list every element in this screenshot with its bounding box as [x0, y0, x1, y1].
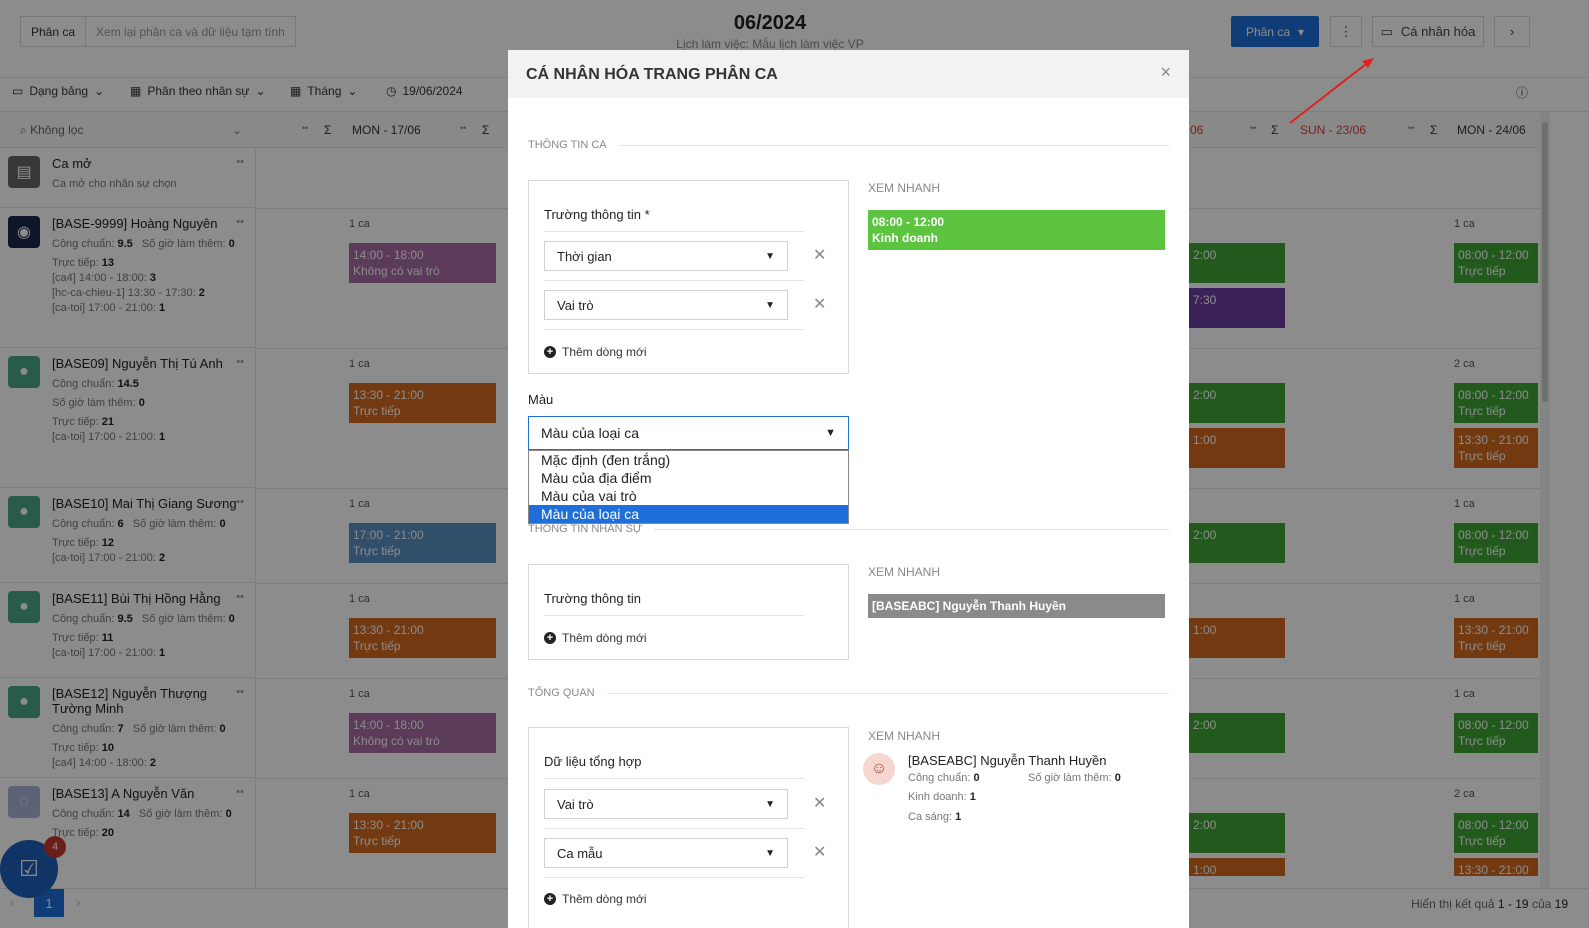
- remove-icon[interactable]: ✕: [813, 842, 826, 862]
- quick-view-label: XEM NHANH: [868, 181, 941, 195]
- annotation-arrow: [1289, 58, 1374, 124]
- color-label: Màu: [528, 392, 554, 407]
- overview-field-box: Dữ liệu tổng hợp Vai trò ▼ ✕ Ca mẫu ▼ ✕ + T…: [528, 727, 849, 928]
- chevron-down-icon: ▼: [825, 427, 836, 439]
- chevron-down-icon: ▼: [765, 299, 775, 311]
- quick-view-staff: [BASEABC] Nguyễn Thanh Huyền: [868, 594, 1165, 618]
- color-option-selected[interactable]: Màu của loại ca: [529, 505, 848, 523]
- plus-circle-icon: +: [544, 632, 556, 644]
- card-stat: Kinh doanh: 1: [908, 791, 976, 803]
- plus-circle-icon: +: [544, 893, 556, 905]
- card-stat: Ca sáng: 1: [908, 811, 962, 823]
- chevron-down-icon: ▼: [765, 847, 775, 859]
- remove-icon[interactable]: ✕: [813, 793, 826, 813]
- chevron-down-icon: ▼: [765, 250, 775, 262]
- divider: [544, 231, 804, 232]
- divider: [544, 828, 804, 829]
- divider: [544, 329, 804, 330]
- field-select-sample[interactable]: Ca mẫu ▼: [544, 838, 788, 868]
- color-option[interactable]: Mặc định (đen trắng): [529, 451, 848, 469]
- card-stat: Công chuẩn: 0: [908, 772, 980, 784]
- color-dropdown-list: Mặc định (đen trắng) Màu của địa điểm Mà…: [528, 450, 849, 524]
- modal-header: CÁ NHÂN HÓA TRANG PHÂN CA ×: [508, 50, 1189, 98]
- card-name: [BASEABC] Nguyễn Thanh Huyền: [908, 753, 1107, 768]
- card-stat: Số giờ làm thêm: 0: [1028, 772, 1121, 784]
- section-overview: TỔNG QUAN: [528, 687, 1169, 699]
- plus-circle-icon: +: [544, 346, 556, 358]
- quick-view-label: XEM NHANH: [868, 729, 941, 743]
- add-row-button[interactable]: + Thêm dòng mới: [544, 345, 647, 359]
- color-select[interactable]: Màu của loại ca ▼: [528, 416, 849, 450]
- field-title: Trường thông tin: [544, 591, 641, 606]
- field-title: Trường thông tin *: [544, 207, 650, 222]
- remove-icon[interactable]: ✕: [813, 245, 826, 265]
- staff-field-box: Trường thông tin + Thêm dòng mới: [528, 564, 849, 660]
- field-select-role[interactable]: Vai trò ▼: [544, 789, 788, 819]
- field-select-role[interactable]: Vai trò ▼: [544, 290, 788, 320]
- field-title: Dữ liệu tổng hợp: [544, 754, 642, 769]
- modal-title: CÁ NHÂN HÓA TRANG PHÂN CA: [526, 66, 778, 83]
- color-option[interactable]: Màu của vai trò: [529, 487, 848, 505]
- add-row-button[interactable]: + Thêm dòng mới: [544, 631, 647, 645]
- section-shift-info: THÔNG TIN CA: [528, 139, 1169, 151]
- divider: [544, 778, 804, 779]
- section-staff-info: THÔNG TIN NHÂN SỰ: [528, 523, 1169, 535]
- avatar: ☺: [863, 753, 895, 785]
- field-select-time[interactable]: Thời gian ▼: [544, 241, 788, 271]
- quick-view-label: XEM NHANH: [868, 565, 941, 579]
- divider: [544, 280, 804, 281]
- chevron-down-icon: ▼: [765, 798, 775, 810]
- quick-view-shift: 08:00 - 12:00 Kinh doanh: [868, 210, 1165, 250]
- remove-icon[interactable]: ✕: [813, 294, 826, 314]
- close-icon[interactable]: ×: [1160, 62, 1171, 83]
- personalize-modal: CÁ NHÂN HÓA TRANG PHÂN CA × THÔNG TIN CA…: [508, 50, 1189, 928]
- divider: [544, 615, 804, 616]
- divider: [544, 877, 804, 878]
- color-option[interactable]: Màu của địa điểm: [529, 469, 848, 487]
- shift-field-box: Trường thông tin * Thời gian ▼ ✕ Vai trò ▼…: [528, 180, 849, 374]
- add-row-button[interactable]: + Thêm dòng mới: [544, 892, 647, 906]
